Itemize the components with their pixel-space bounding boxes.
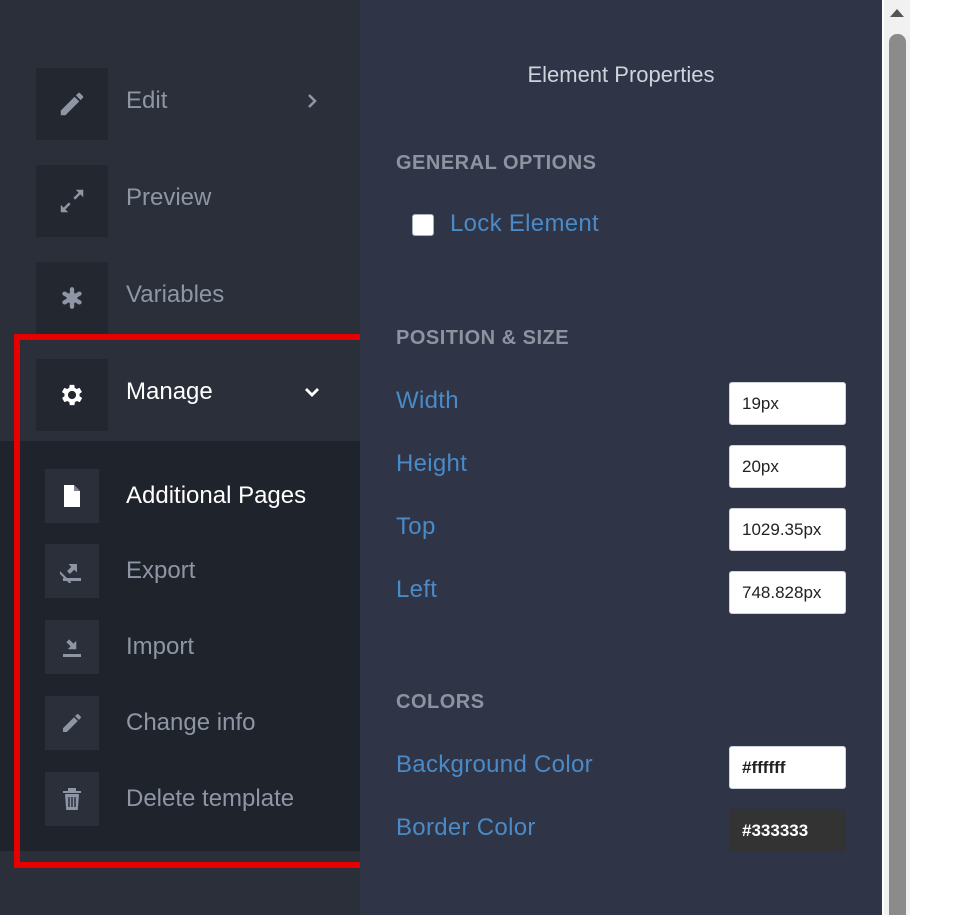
submenu-item-export[interactable]: Export (0, 543, 360, 599)
border-color-input[interactable] (729, 809, 846, 852)
submenu-item-label: Change info (126, 709, 256, 736)
sidebar-item-label: Edit (126, 87, 168, 114)
top-label: Top (396, 513, 436, 540)
sidebar-item-label: Manage (126, 378, 213, 405)
submenu-item-import[interactable]: Import (0, 619, 360, 675)
border-color-label: Border Color (396, 814, 536, 841)
sidebar: Edit Preview Variables Manage Additional… (0, 0, 360, 915)
background-color-label: Background Color (396, 751, 593, 778)
lock-element-checkbox[interactable] (412, 214, 434, 236)
sidebar-item-label: Variables (126, 281, 225, 308)
pencil-icon (36, 68, 108, 140)
manage-submenu: Additional Pages Export Import Change in… (0, 441, 360, 851)
submenu-item-label: Delete template (126, 785, 295, 812)
gear-icon (36, 359, 108, 431)
sidebar-item-label: Preview (126, 184, 212, 211)
submenu-item-label: Export (126, 557, 196, 584)
chevron-down-icon (304, 384, 320, 400)
asterisk-icon (36, 262, 108, 334)
submenu-item-label: Import (126, 633, 195, 660)
file-icon (45, 469, 99, 523)
width-label: Width (396, 387, 459, 414)
chevron-right-icon (304, 93, 320, 109)
height-label: Height (396, 450, 468, 477)
lock-element-label[interactable]: Lock Element (450, 210, 599, 238)
top-input[interactable] (729, 508, 846, 551)
import-icon (45, 620, 99, 674)
section-heading-colors: COLORS (396, 691, 485, 713)
left-input[interactable] (729, 571, 846, 614)
left-label: Left (396, 576, 438, 603)
panel-title: Element Properties (527, 62, 715, 87)
trash-icon (45, 772, 99, 826)
section-heading-general: GENERAL OPTIONS (396, 152, 597, 174)
export-icon (45, 544, 99, 598)
element-properties-panel: Element Properties GENERAL OPTIONS Lock … (360, 0, 882, 915)
width-input[interactable] (729, 382, 846, 425)
background-color-input[interactable] (729, 746, 846, 789)
scroll-up-arrow-icon[interactable] (887, 6, 907, 20)
section-heading-position: POSITION & SIZE (396, 327, 570, 349)
sidebar-item-variables[interactable]: Variables (0, 247, 360, 343)
submenu-item-additional-pages[interactable]: Additional Pages (0, 468, 360, 524)
sidebar-item-edit[interactable]: Edit (0, 53, 360, 149)
page-margin (912, 0, 957, 915)
height-input[interactable] (729, 445, 846, 488)
pencil-icon (45, 696, 99, 750)
submenu-item-label: Additional Pages (126, 482, 307, 509)
submenu-item-change-info[interactable]: Change info (0, 695, 360, 751)
sidebar-item-preview[interactable]: Preview (0, 150, 360, 246)
sidebar-item-manage[interactable]: Manage (0, 344, 360, 440)
expand-icon (36, 165, 108, 237)
submenu-item-delete-template[interactable]: Delete template (0, 771, 360, 827)
scrollbar-thumb[interactable] (889, 34, 906, 915)
